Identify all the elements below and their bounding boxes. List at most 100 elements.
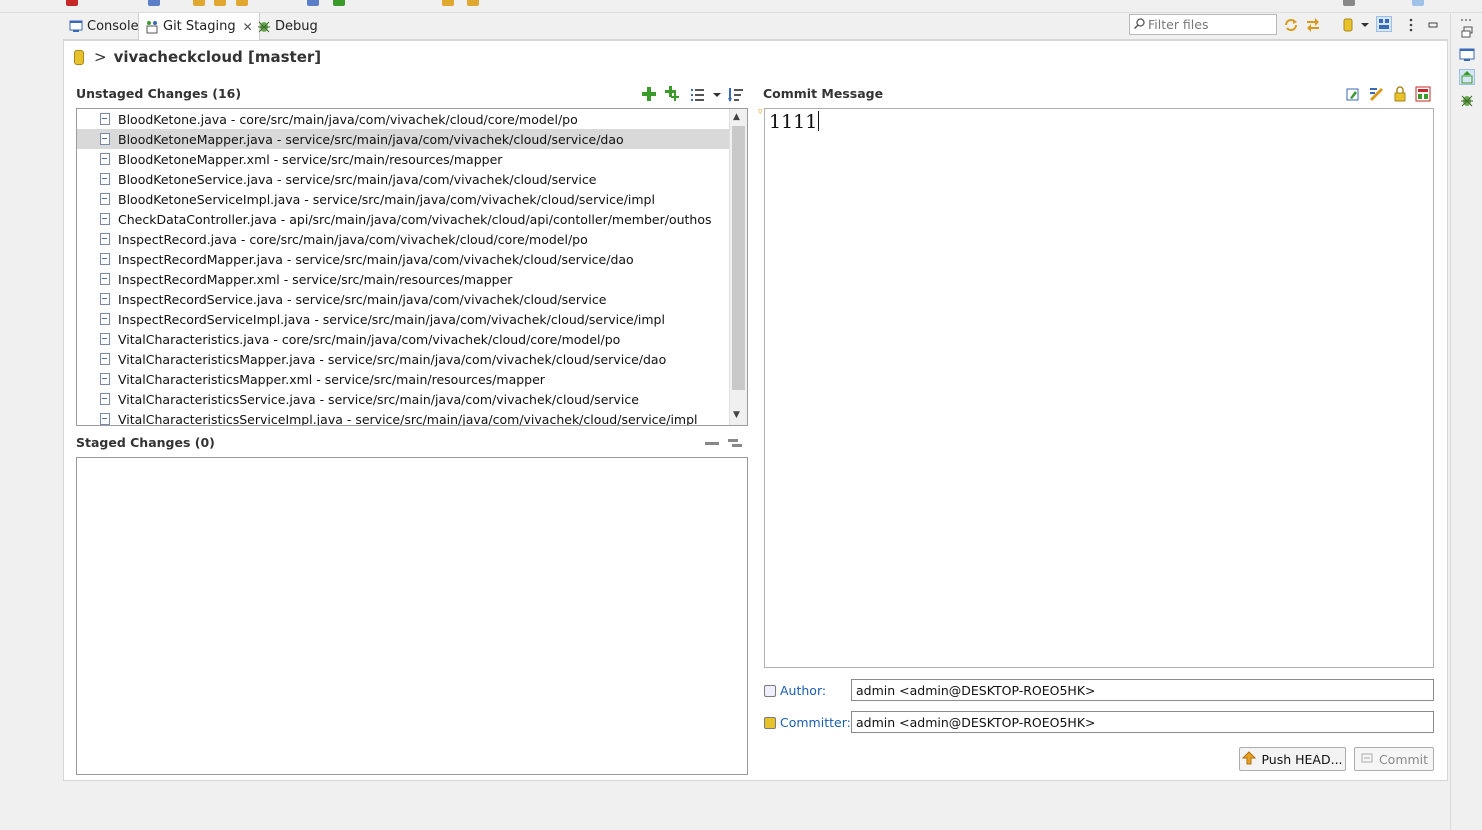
list-item[interactable]: VitalCharacteristics.java - core/src/mai… <box>77 329 730 349</box>
git-staging-icon[interactable] <box>1459 69 1475 85</box>
java-file-icon <box>100 353 110 365</box>
perspective-icon[interactable] <box>1412 0 1424 6</box>
file-path-label: CheckDataController.java - api/src/main/… <box>118 211 712 227</box>
list-item[interactable]: InspectRecordMapper.xml - service/src/ma… <box>77 269 730 289</box>
tab-git-staging[interactable]: Git Staging ✕ <box>138 13 260 40</box>
filter-placeholder: Filter files <box>1148 17 1209 32</box>
java-file-icon <box>100 373 110 385</box>
push-label: Push HEAD... <box>1261 751 1343 767</box>
push-icon <box>1242 750 1257 768</box>
author-label: Author: <box>764 683 826 698</box>
unstaged-file-list[interactable]: BloodKetone.java - core/src/main/java/co… <box>76 108 748 426</box>
list-item[interactable]: VitalCharacteristicsMapper.java - servic… <box>77 349 730 369</box>
add-icon[interactable] <box>641 86 657 102</box>
stop-icon[interactable] <box>66 0 78 6</box>
list-item[interactable]: VitalCharacteristicsMapper.xml - service… <box>77 369 730 389</box>
list-item[interactable]: BloodKetoneService.java - service/src/ma… <box>77 169 730 189</box>
commit-button[interactable]: Commit <box>1354 747 1434 771</box>
scroll-down-icon[interactable]: ▼ <box>733 410 740 420</box>
debug-icon <box>257 19 271 33</box>
console-icon[interactable] <box>1459 47 1475 63</box>
refresh-icon[interactable] <box>148 0 160 6</box>
list-item[interactable]: CheckDataController.java - api/src/main/… <box>77 209 730 229</box>
edit-icon[interactable] <box>193 0 205 6</box>
edit-next-icon[interactable] <box>214 0 226 6</box>
java-file-icon <box>100 293 110 305</box>
presentation-icon[interactable] <box>690 87 706 103</box>
file-path-label: BloodKetoneServiceImpl.java - service/sr… <box>118 191 655 207</box>
tab-label: Console <box>87 18 139 34</box>
add-all-icon[interactable] <box>664 86 680 102</box>
console-icon <box>69 19 83 33</box>
remove-all-icon[interactable] <box>727 435 743 451</box>
commit-message-textarea[interactable]: 1111 <box>764 108 1434 668</box>
tab-debug[interactable]: Debug <box>251 13 324 39</box>
scrollbar[interactable]: ▲ ▼ <box>729 109 747 425</box>
minimize-icon[interactable] <box>1425 17 1441 33</box>
list-item[interactable]: VitalCharacteristicsService.java - servi… <box>77 389 730 409</box>
scroll-thumb[interactable] <box>732 126 745 390</box>
filter-files-input[interactable]: Filter files <box>1129 14 1277 35</box>
sort-icon[interactable] <box>728 87 744 103</box>
forward-icon[interactable] <box>467 0 479 6</box>
java-file-icon <box>100 213 110 225</box>
file-path-label: BloodKetoneMapper.java - service/src/mai… <box>118 131 624 147</box>
list-item[interactable]: InspectRecordMapper.java - service/src/m… <box>77 249 730 269</box>
commit-label: Commit <box>1378 751 1429 767</box>
list-item[interactable]: BloodKetoneMapper.xml - service/src/main… <box>77 149 730 169</box>
chevron-down-icon[interactable] <box>1357 17 1373 33</box>
list-item[interactable]: InspectRecordService.java - service/src/… <box>77 289 730 309</box>
list-item[interactable]: InspectRecordServiceImpl.java - service/… <box>77 309 730 329</box>
refresh-icon[interactable] <box>1283 17 1299 33</box>
java-file-icon <box>100 253 110 265</box>
committer-icon <box>764 716 776 729</box>
change-id-icon[interactable] <box>1415 86 1431 102</box>
staged-file-list[interactable] <box>76 457 748 775</box>
java-file-icon <box>100 173 110 185</box>
list-item[interactable]: BloodKetoneServiceImpl.java - service/sr… <box>77 189 730 209</box>
committer-value: admin <admin@DESKTOP-ROEO5HK> <box>856 714 1096 730</box>
author-value: admin <admin@DESKTOP-ROEO5HK> <box>856 682 1096 698</box>
java-file-icon <box>100 193 110 205</box>
lock-icon[interactable] <box>1392 86 1408 102</box>
java-file-icon <box>100 153 110 165</box>
repository-header: > vivacheckcloud [master] <box>74 48 321 66</box>
push-head-button[interactable]: Push HEAD... <box>1239 747 1346 771</box>
commit-icon <box>1360 751 1374 768</box>
repository-icon[interactable] <box>1340 17 1356 33</box>
java-file-icon <box>100 333 110 345</box>
list-item[interactable]: BloodKetone.java - core/src/main/java/co… <box>77 109 730 129</box>
tab-console[interactable]: Console <box>63 13 145 39</box>
compare-mode-icon[interactable] <box>1305 17 1321 33</box>
repository-title: vivacheckcloud [master] <box>113 48 322 66</box>
file-path-label: InspectRecordMapper.java - service/src/m… <box>118 251 634 267</box>
scroll-up-icon[interactable]: ▲ <box>733 112 740 122</box>
list-item[interactable]: BloodKetoneMapper.java - service/src/mai… <box>77 129 730 149</box>
java-file-icon <box>100 413 110 425</box>
search-icon[interactable] <box>1343 0 1355 6</box>
signed-off-icon[interactable] <box>1369 86 1385 102</box>
file-path-label: InspectRecordServiceImpl.java - service/… <box>118 311 665 327</box>
debug-run-icon[interactable] <box>307 0 319 6</box>
remove-icon[interactable] <box>704 435 720 451</box>
view-menu-icon[interactable] <box>1403 17 1419 33</box>
breadcrumb-arrow: > <box>94 48 107 66</box>
list-item[interactable]: InspectRecord.java - core/src/main/java/… <box>77 229 730 249</box>
edit-prev-icon[interactable] <box>236 0 248 6</box>
java-file-icon <box>100 233 110 245</box>
staged-changes-title: Staged Changes (0) <box>76 435 215 450</box>
restore-icon[interactable] <box>1459 25 1475 41</box>
debug-icon[interactable] <box>1459 92 1475 108</box>
run-icon[interactable] <box>333 0 345 6</box>
back-icon[interactable] <box>442 0 454 6</box>
committer-field[interactable]: admin <admin@DESKTOP-ROEO5HK> <box>851 711 1434 733</box>
layout-toggle-icon[interactable] <box>1376 16 1392 32</box>
amend-icon[interactable] <box>1345 86 1361 102</box>
person-icon <box>764 684 776 697</box>
list-item[interactable]: VitalCharacteristicsServiceImpl.java - s… <box>77 409 730 425</box>
tab-label: Debug <box>275 18 318 34</box>
file-path-label: BloodKetone.java - core/src/main/java/co… <box>118 111 578 127</box>
java-file-icon <box>100 113 110 125</box>
author-field[interactable]: admin <admin@DESKTOP-ROEO5HK> <box>851 679 1434 701</box>
chevron-down-icon[interactable] <box>709 87 725 103</box>
